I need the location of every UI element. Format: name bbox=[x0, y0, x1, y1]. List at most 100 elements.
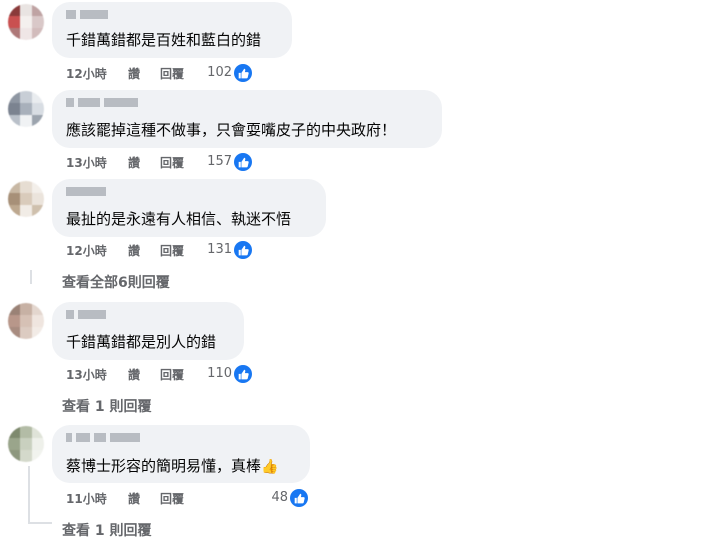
comment-actions: 12小時 讚 回覆 bbox=[66, 242, 184, 258]
avatar-pixel bbox=[20, 28, 32, 40]
avatar-pixel bbox=[8, 103, 20, 115]
avatar-pixel bbox=[32, 303, 44, 315]
commenter-name-blurred[interactable] bbox=[66, 98, 142, 110]
comment-actions: 13小時 讚 回覆 bbox=[66, 154, 184, 170]
avatar-pixel bbox=[20, 115, 32, 127]
avatar[interactable] bbox=[8, 91, 44, 127]
avatar-pixel bbox=[32, 28, 44, 40]
avatar-pixel bbox=[8, 115, 20, 127]
reply-thread-line bbox=[30, 270, 32, 284]
like-reaction-icon[interactable] bbox=[234, 241, 252, 259]
avatar-pixel bbox=[32, 205, 44, 217]
like-reaction-icon[interactable] bbox=[234, 153, 252, 171]
reaction-count[interactable]: 102 bbox=[196, 64, 232, 82]
comment-text: 最扯的是永遠有人相信、執迷不悟 bbox=[66, 210, 292, 228]
avatar-pixel bbox=[32, 327, 44, 339]
avatar-pixel bbox=[8, 327, 20, 339]
like-button[interactable]: 讚 bbox=[128, 366, 160, 383]
comment-text: 千錯萬錯都是百姓和藍白的錯 bbox=[66, 31, 262, 49]
like-button[interactable]: 讚 bbox=[128, 65, 160, 82]
avatar-pixel bbox=[20, 303, 32, 315]
avatar-pixel bbox=[32, 181, 44, 193]
avatar-pixel bbox=[32, 315, 44, 327]
comment-text: 蔡博士形容的簡明易懂，真棒👍 bbox=[66, 456, 278, 477]
comment-bubble: 應該罷掉這種不做事，只會耍嘴皮子的中央政府！ bbox=[52, 90, 442, 148]
avatar-pixel bbox=[8, 16, 20, 28]
avatar[interactable] bbox=[8, 426, 44, 462]
reply-thread-curve bbox=[28, 522, 52, 524]
reply-button[interactable]: 回覆 bbox=[160, 65, 184, 82]
avatar-pixel bbox=[8, 426, 20, 438]
like-button[interactable]: 讚 bbox=[128, 154, 160, 171]
reaction-count[interactable]: 48 bbox=[252, 489, 288, 507]
comment-bubble: 千錯萬錯都是別人的錯 bbox=[52, 302, 244, 360]
like-reaction-icon[interactable] bbox=[290, 489, 308, 507]
comment-text: 千錯萬錯都是別人的錯 bbox=[66, 333, 217, 351]
avatar-pixel bbox=[32, 103, 44, 115]
commenter-name-blurred[interactable] bbox=[66, 310, 110, 322]
avatar-pixel bbox=[8, 91, 20, 103]
avatar-pixel bbox=[32, 450, 44, 462]
comment-text: 應該罷掉這種不做事，只會耍嘴皮子的中央政府！ bbox=[66, 121, 397, 139]
comment-time[interactable]: 13小時 bbox=[66, 366, 128, 383]
avatar-pixel bbox=[20, 181, 32, 193]
comment-bubble: 千錯萬錯都是百姓和藍白的錯 bbox=[52, 2, 292, 58]
reaction-count[interactable]: 110 bbox=[196, 365, 232, 383]
avatar-pixel bbox=[8, 450, 20, 462]
avatar[interactable] bbox=[8, 303, 44, 339]
avatar-pixel bbox=[8, 4, 20, 16]
comment-bubble: 最扯的是永遠有人相信、執迷不悟 bbox=[52, 179, 326, 237]
avatar-pixel bbox=[20, 193, 32, 205]
avatar-pixel bbox=[20, 327, 32, 339]
reply-button[interactable]: 回覆 bbox=[160, 490, 184, 507]
avatar-pixel bbox=[32, 91, 44, 103]
like-reaction-icon[interactable] bbox=[234, 365, 252, 383]
commenter-name-blurred[interactable] bbox=[66, 433, 144, 445]
comment-time[interactable]: 12小時 bbox=[66, 242, 128, 259]
like-button[interactable]: 讚 bbox=[128, 490, 160, 507]
avatar-pixel bbox=[8, 28, 20, 40]
avatar-pixel bbox=[20, 91, 32, 103]
reply-button[interactable]: 回覆 bbox=[160, 366, 184, 383]
avatar-pixel bbox=[20, 315, 32, 327]
view-replies-link[interactable]: 查看全部6則回覆 bbox=[62, 272, 170, 292]
comment-time[interactable]: 11小時 bbox=[66, 490, 128, 507]
reply-button[interactable]: 回覆 bbox=[160, 154, 184, 171]
reaction-count[interactable]: 157 bbox=[196, 153, 232, 171]
avatar-pixel bbox=[20, 438, 32, 450]
avatar[interactable] bbox=[8, 4, 44, 40]
avatar-pixel bbox=[32, 4, 44, 16]
like-button[interactable]: 讚 bbox=[128, 242, 160, 259]
thumbs-up-emoji: 👍 bbox=[261, 459, 279, 475]
avatar-pixel bbox=[20, 205, 32, 217]
like-reaction-icon[interactable] bbox=[234, 64, 252, 82]
commenter-name-blurred[interactable] bbox=[66, 10, 112, 22]
comment-actions: 13小時 讚 回覆 bbox=[66, 366, 184, 382]
avatar-pixel bbox=[32, 426, 44, 438]
avatar-pixel bbox=[8, 181, 20, 193]
comment-text-body: 蔡博士形容的簡明易懂，真棒 bbox=[66, 457, 262, 475]
comment-time[interactable]: 12小時 bbox=[66, 65, 128, 82]
avatar-pixel bbox=[8, 193, 20, 205]
avatar-pixel bbox=[8, 303, 20, 315]
avatar-pixel bbox=[20, 16, 32, 28]
avatar[interactable] bbox=[8, 181, 44, 217]
avatar-pixel bbox=[32, 438, 44, 450]
view-replies-link[interactable]: 查看 1 則回覆 bbox=[62, 396, 152, 416]
comment-actions: 11小時 讚 回覆 bbox=[66, 490, 184, 506]
avatar-pixel bbox=[20, 4, 32, 16]
comment-time[interactable]: 13小時 bbox=[66, 154, 128, 171]
reaction-count[interactable]: 131 bbox=[196, 241, 232, 259]
avatar-pixel bbox=[20, 450, 32, 462]
avatar-pixel bbox=[20, 103, 32, 115]
comment-actions: 12小時 讚 回覆 bbox=[66, 65, 184, 81]
avatar-pixel bbox=[8, 438, 20, 450]
avatar-pixel bbox=[8, 205, 20, 217]
commenter-name-blurred[interactable] bbox=[66, 187, 110, 199]
reply-button[interactable]: 回覆 bbox=[160, 242, 184, 259]
comment-bubble: 蔡博士形容的簡明易懂，真棒👍 bbox=[52, 425, 310, 483]
view-replies-link[interactable]: 查看 1 則回覆 bbox=[62, 520, 152, 540]
avatar-pixel bbox=[32, 115, 44, 127]
avatar-pixel bbox=[32, 193, 44, 205]
avatar-pixel bbox=[32, 16, 44, 28]
